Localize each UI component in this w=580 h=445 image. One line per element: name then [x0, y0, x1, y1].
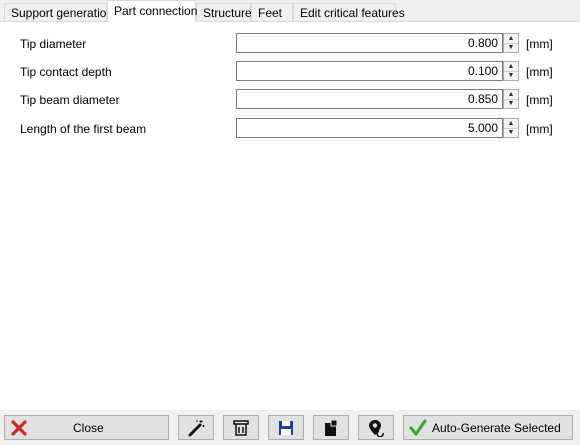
unit-label: [mm]: [526, 122, 553, 136]
spin-down-icon[interactable]: ▼: [504, 99, 518, 108]
auto-wand-button[interactable]: [178, 415, 214, 440]
tip-contact-depth-input[interactable]: 0.100: [236, 61, 503, 81]
tab-label: Structure: [203, 6, 252, 20]
field-label: Tip beam diameter: [20, 93, 120, 107]
tip-beam-diameter-spinner[interactable]: ▲ ▼: [503, 89, 519, 109]
tip-diameter-spinner[interactable]: ▲ ▼: [503, 33, 519, 53]
save-button[interactable]: [268, 415, 304, 440]
tab-feet[interactable]: Feet: [251, 3, 293, 21]
bottom-toolbar: Close Auto-Generate Selected: [0, 410, 580, 445]
first-beam-length-spinner[interactable]: ▲ ▼: [503, 118, 519, 138]
delete-button[interactable]: [223, 415, 259, 440]
tab-bar: Support generation Part connection Struc…: [0, 0, 580, 22]
close-button-label: Close: [73, 421, 104, 435]
spin-down-icon[interactable]: ▼: [504, 128, 518, 137]
save-icon: [279, 421, 293, 435]
clipboard-button[interactable]: [313, 415, 349, 440]
spin-down-icon[interactable]: ▼: [504, 71, 518, 80]
close-x-icon: [11, 420, 27, 436]
field-row-tip-contact-depth: Tip contact depth 0.100 ▲ ▼ [mm]: [0, 61, 580, 83]
part-connection-panel: Tip diameter 0.800 ▲ ▼ [mm] Tip contact …: [0, 21, 580, 410]
unit-label: [mm]: [526, 93, 553, 107]
trash-icon: [233, 420, 249, 436]
tab-support-generation[interactable]: Support generation: [4, 3, 113, 21]
field-label: Length of the first beam: [20, 122, 147, 136]
field-row-first-beam-length: Length of the first beam 5.000 ▲ ▼ [mm]: [0, 118, 580, 140]
tab-label: Support generation: [11, 6, 114, 20]
spin-down-icon[interactable]: ▼: [504, 43, 518, 52]
tab-label: Part connection: [114, 4, 198, 18]
field-label: Tip diameter: [20, 37, 87, 51]
unit-label: [mm]: [526, 65, 553, 79]
auto-generate-selected-button[interactable]: Auto-Generate Selected: [403, 415, 573, 440]
auto-generate-selected-label: Auto-Generate Selected: [432, 421, 561, 435]
magic-wand-icon: [188, 420, 205, 437]
tab-structure[interactable]: Structure: [196, 3, 252, 21]
tip-diameter-input[interactable]: 0.800: [236, 33, 503, 53]
tab-label: Edit critical features: [300, 6, 405, 20]
first-beam-length-input[interactable]: 5.000: [236, 118, 503, 138]
tip-beam-diameter-input[interactable]: 0.850: [236, 89, 503, 109]
checkmark-icon: [409, 419, 427, 436]
field-row-tip-diameter: Tip diameter 0.800 ▲ ▼ [mm]: [0, 33, 580, 55]
clipboard-icon: [325, 419, 338, 436]
tab-label: Feet: [258, 6, 283, 20]
tab-part-connection[interactable]: Part connection: [107, 0, 198, 22]
location-button[interactable]: [358, 415, 394, 440]
unit-label: [mm]: [526, 37, 553, 51]
field-row-tip-beam-diameter: Tip beam diameter 0.850 ▲ ▼ [mm]: [0, 89, 580, 111]
location-refresh-icon: [369, 420, 384, 437]
tab-edit-critical-features[interactable]: Edit critical features: [293, 3, 405, 21]
close-button[interactable]: Close: [4, 415, 169, 440]
field-label: Tip contact depth: [20, 65, 112, 79]
tip-contact-depth-spinner[interactable]: ▲ ▼: [503, 61, 519, 81]
